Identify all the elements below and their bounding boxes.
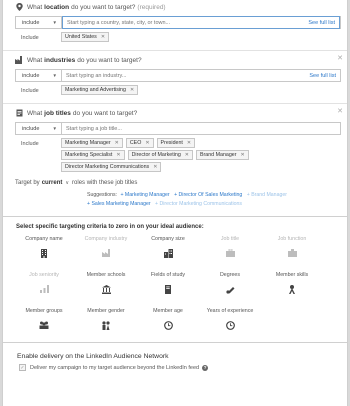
experience-clock-icon [225, 320, 235, 330]
close-icon[interactable]: ✕ [337, 54, 343, 62]
suggestion-link[interactable]: + Sales Marketing Manager [87, 201, 151, 207]
job-titles-tags-row: Include Marketing Manager ✕ CEO ✕ Presiden… [15, 138, 341, 172]
suggestion-link[interactable]: + Brand Manager [247, 192, 287, 198]
job-titles-section: What job titles do you want to target? ✕… [3, 104, 347, 172]
delivery-option: ✓ Deliver my campaign to my target audie… [19, 364, 209, 371]
remove-tag-icon[interactable]: ✕ [101, 34, 105, 40]
remove-tag-icon[interactable]: ✕ [145, 140, 149, 146]
document-icon [15, 109, 23, 117]
factory-icon [101, 248, 111, 258]
location-tag: United States ✕ [61, 32, 110, 42]
suggestion-link[interactable]: + Director Of Sales Marketing [174, 192, 242, 198]
remove-tag-icon[interactable]: ✕ [241, 152, 245, 158]
location-tags-row: Include United States ✕ [15, 32, 341, 42]
gender-icon [101, 320, 111, 330]
industries-search-field: See full list [62, 70, 340, 81]
remove-tag-icon[interactable]: ✕ [116, 152, 120, 158]
criteria-job-function[interactable]: Job function [261, 236, 323, 268]
diploma-icon [225, 284, 235, 294]
skills-icon [287, 284, 297, 294]
school-icon [101, 284, 111, 294]
help-icon[interactable]: ? [202, 364, 209, 371]
target-by-row: Target by current ∨ roles with these job… [15, 180, 138, 186]
industries-input-row: include ▼ See full list [15, 69, 341, 82]
criteria-company-size[interactable]: Company size [137, 236, 199, 268]
job-function-icon [287, 248, 297, 258]
job-title-tag: Marketing Manager ✕ [61, 138, 123, 148]
job-title-tag: CEO ✕ [125, 138, 154, 148]
criteria-degrees[interactable]: Degrees [199, 272, 261, 304]
criteria-job-title[interactable]: Job title [199, 236, 261, 268]
suggestion-link[interactable]: + Marketing Manager [120, 192, 169, 198]
location-include-dropdown[interactable]: include ▼ [16, 17, 62, 28]
building-icon [39, 248, 49, 258]
criteria-member-skills[interactable]: Member skills [261, 272, 323, 304]
criteria-company-name[interactable]: Company name [13, 236, 75, 268]
remove-tag-icon[interactable]: ✕ [130, 87, 134, 93]
remove-tag-icon[interactable]: ✕ [115, 140, 119, 146]
criteria-company-industry[interactable]: Company industry [75, 236, 137, 268]
industries-see-full-list-link[interactable]: See full list [309, 73, 336, 79]
remove-tag-icon[interactable]: ✕ [185, 152, 189, 158]
location-input-row: include ▼ See full list [15, 16, 341, 29]
industries-search-input[interactable] [66, 72, 306, 79]
job-title-tag: Director of Marketing ✕ [127, 150, 193, 160]
criteria-fields-of-study[interactable]: Fields of study [137, 272, 199, 304]
job-titles-input-row: include ▼ [15, 122, 341, 135]
campaign-targeting-panel: What location do you want to target? (re… [2, 0, 348, 406]
industries-question: What industries do you want to target? ✕ [15, 54, 343, 66]
job-title-tag: President ✕ [156, 138, 196, 148]
location-search-input[interactable] [67, 19, 305, 26]
job-title-tags: Marketing Manager ✕ CEO ✕ President ✕ Marke… [61, 138, 341, 172]
criteria-member-age[interactable]: Member age [137, 308, 199, 340]
criteria-member-gender[interactable]: Member gender [75, 308, 137, 340]
location-section: What location do you want to target? (re… [3, 0, 347, 42]
job-titles-search-input[interactable] [66, 125, 336, 132]
close-icon[interactable]: ✕ [337, 107, 343, 115]
target-by-mode-dropdown[interactable]: current [42, 180, 63, 186]
job-titles-search-field [62, 123, 340, 134]
job-title-tag: Director Marketing Communications ✕ [61, 162, 162, 172]
job-titles-include-dropdown[interactable]: include ▼ [16, 123, 62, 134]
suggestions: Suggestions: + Marketing Manager + Direc… [87, 192, 287, 207]
building-size-icon [163, 248, 173, 258]
groups-icon [39, 320, 49, 330]
caret-down-icon: ▼ [52, 126, 57, 131]
industries-section: What industries do you want to target? ✕… [3, 51, 347, 95]
location-see-full-list-link[interactable]: See full list [308, 20, 335, 26]
criteria-member-groups[interactable]: Member groups [13, 308, 75, 340]
factory-icon [15, 56, 23, 64]
industry-tag: Marketing and Advertising ✕ [61, 85, 139, 95]
chevron-down-icon[interactable]: ∨ [65, 180, 69, 186]
briefcase-icon [225, 248, 235, 258]
job-titles-question: What job titles do you want to target? ✕ [15, 107, 343, 119]
caret-down-icon: ▼ [52, 20, 57, 25]
book-icon [163, 284, 173, 294]
delivery-heading: Enable delivery on the LinkedIn Audience… [17, 353, 169, 360]
remove-tag-icon[interactable]: ✕ [187, 140, 191, 146]
seniority-icon [39, 284, 49, 294]
industries-tags-row: Include Marketing and Advertising ✕ [15, 85, 341, 95]
age-clock-icon [163, 320, 173, 330]
location-tags: United States ✕ [61, 32, 341, 42]
criteria-member-schools[interactable]: Member schools [75, 272, 137, 304]
criteria-grid: Company name Company industry Company si… [13, 236, 347, 340]
job-title-tag: Marketing Specialist ✕ [61, 150, 125, 160]
caret-down-icon: ▼ [52, 73, 57, 78]
remove-tag-icon[interactable]: ✕ [153, 164, 157, 170]
location-search-field: See full list [62, 16, 340, 29]
location-pin-icon [15, 3, 23, 11]
job-title-tag: Brand Manager ✕ [195, 150, 249, 160]
industries-tags: Marketing and Advertising ✕ [61, 85, 341, 95]
location-question: What location do you want to target? (re… [15, 1, 341, 13]
criteria-job-seniority[interactable]: Job seniority [13, 272, 75, 304]
industries-include-dropdown[interactable]: include ▼ [16, 70, 62, 81]
criteria-years-of-experience[interactable]: Years of experience [199, 308, 261, 340]
suggestion-link[interactable]: + Director Marketing Communications [155, 201, 242, 207]
criteria-title: Select specific targeting criteria to ze… [16, 224, 204, 230]
delivery-checkbox[interactable]: ✓ [19, 364, 26, 371]
